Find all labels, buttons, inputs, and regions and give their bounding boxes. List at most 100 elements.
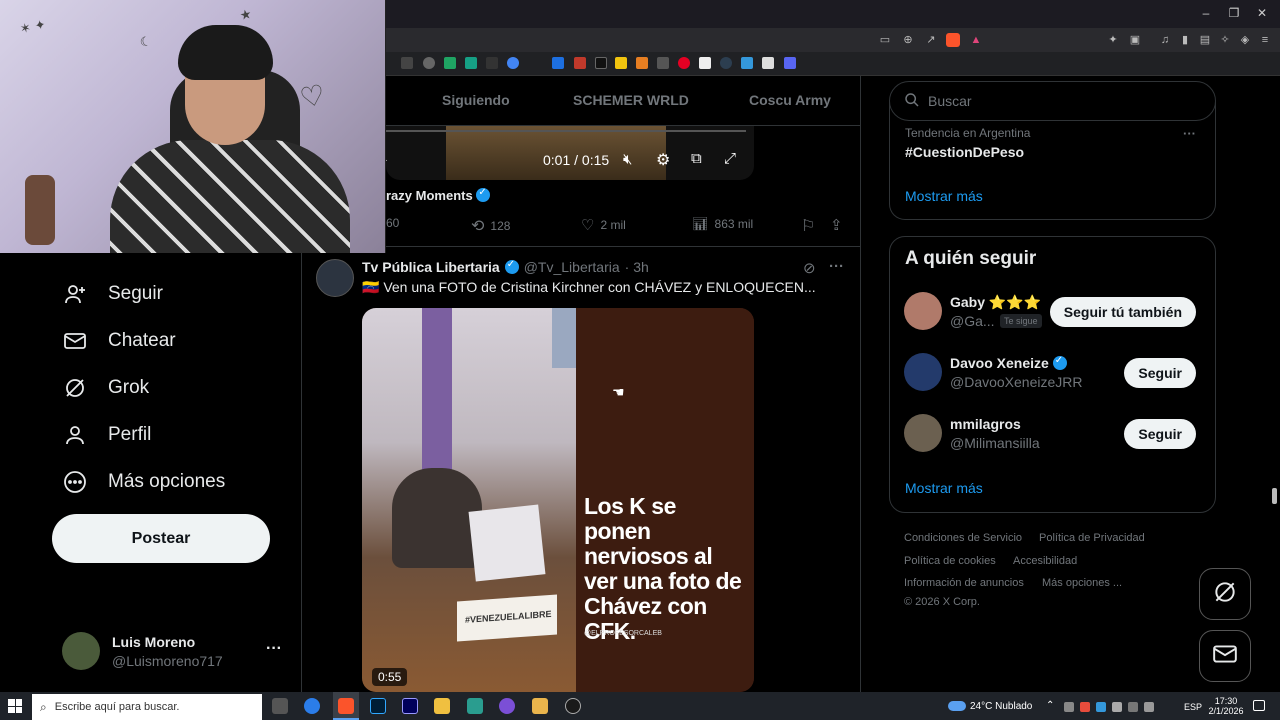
follow-button[interactable]: Seguir [1124, 358, 1196, 388]
tab-schemer-wrld[interactable]: SCHEMER WRLD [573, 92, 689, 108]
tray-icon[interactable] [1080, 702, 1090, 712]
bookmark-icon[interactable] [444, 57, 456, 69]
show-more-follow[interactable]: Mostrar más [905, 480, 983, 496]
network-icon[interactable] [1128, 702, 1138, 712]
app-icon[interactable] [499, 698, 515, 714]
follow-back-button[interactable]: Seguir tú también [1049, 297, 1196, 327]
tray-icon[interactable] [1064, 702, 1074, 712]
more-icon[interactable]: ··· [829, 258, 844, 275]
zoom-icon[interactable]: ⊕ [901, 33, 915, 47]
bookmark-icon[interactable] [636, 57, 648, 69]
repost-action[interactable]: ⟲ 128 [471, 216, 510, 236]
copilot-icon[interactable] [304, 698, 320, 714]
reader-icon[interactable]: ▭ [878, 33, 892, 47]
extensions-icon[interactable]: ✦ [1106, 33, 1120, 47]
nav-item-chatear[interactable]: Chatear [62, 324, 176, 358]
brave-shield-icon[interactable] [946, 33, 960, 47]
close-window-button[interactable]: ✕ [1252, 6, 1272, 22]
tweet-video[interactable]: #VENEZUELALIBRE Los K se ponen nerviosos… [362, 308, 754, 692]
footer-link[interactable]: Condiciones de Servicio [904, 532, 1022, 544]
bookmark-icon[interactable] [552, 57, 564, 69]
taskbar-search[interactable]: ⌕ Escribe aquí para buscar. [32, 694, 262, 720]
tiktok-icon[interactable] [595, 57, 607, 69]
avatar[interactable] [316, 259, 354, 297]
bookmark-icon[interactable] [401, 57, 413, 69]
tweet-handle[interactable]: @Tv_Libertaria [524, 259, 620, 275]
nav-item-perfil[interactable]: Perfil [62, 418, 151, 452]
bookmark-icon[interactable] [574, 57, 586, 69]
footer-link[interactable]: Política de Privacidad [1039, 532, 1145, 544]
video-progress[interactable] [386, 130, 746, 132]
discord-icon[interactable] [784, 57, 796, 69]
bookmark-icon[interactable] [486, 57, 498, 69]
music-icon[interactable]: ♫ [1158, 33, 1172, 47]
video-source[interactable]: razy Moments [386, 187, 491, 203]
follow-button[interactable]: Seguir [1124, 419, 1196, 449]
sidebar-icon[interactable]: ▮ [1178, 33, 1192, 47]
views-action[interactable]: 📊︎ 863 mil [692, 216, 753, 232]
grok-icon[interactable]: ⊘ [803, 259, 816, 277]
volume-icon[interactable] [1144, 702, 1154, 712]
tray-icon[interactable] [1096, 702, 1106, 712]
google-icon[interactable] [507, 57, 519, 69]
restore-button[interactable]: ❐ [1224, 6, 1244, 22]
tab-icon[interactable]: ▣ [1128, 33, 1142, 47]
follow-suggestion[interactable]: Gaby ⭐⭐⭐ @Ga... Te sigue Seguir tú tambi… [904, 292, 1204, 336]
nav-item-mas-opciones[interactable]: Más opciones [62, 465, 225, 499]
store-icon[interactable] [467, 698, 483, 714]
bookmark-icon[interactable] [465, 57, 477, 69]
fullscreen-icon[interactable]: ⤢ [724, 150, 736, 167]
weather-text[interactable]: 24°C Nublado [970, 701, 1032, 712]
bookmark-icon[interactable] [615, 57, 627, 69]
messages-fab[interactable] [1199, 630, 1251, 682]
brave-rewards-icon[interactable]: ▲ [969, 33, 983, 47]
account-switcher[interactable]: Luis Moreno @Luismoreno717 ··· [62, 630, 292, 674]
tray-icon[interactable] [1112, 702, 1122, 712]
footer-link[interactable]: Más opciones ... [1042, 577, 1122, 589]
bookmark-icon[interactable] [720, 57, 732, 69]
vpn-icon[interactable]: ◈ [1238, 33, 1252, 47]
footer-link[interactable]: Accesibilidad [1013, 555, 1077, 567]
footer-link[interactable]: Política de cookies [904, 555, 996, 567]
task-view-icon[interactable] [272, 698, 288, 714]
settings-icon[interactable]: ⚙ [656, 150, 670, 170]
nav-item-seguir[interactable]: Seguir [62, 277, 163, 311]
like-action[interactable]: ♡ 2 mil [581, 216, 626, 234]
footer-link[interactable]: Información de anuncios [904, 577, 1024, 589]
file-explorer-icon[interactable] [434, 698, 450, 714]
tab-siguiendo[interactable]: Siguiendo [442, 92, 510, 108]
nav-item-grok[interactable]: Grok [62, 371, 149, 405]
notifications-icon[interactable] [1253, 700, 1265, 711]
wallet-icon[interactable]: ▤ [1198, 33, 1212, 47]
bookmark-icon[interactable]: ⚐ [801, 216, 815, 236]
follow-suggestion[interactable]: mmilagros @Milimansiilla Seguir [904, 414, 1204, 458]
taskbar-search-input[interactable]: Escribe aquí para buscar. [55, 701, 180, 713]
bookmark-icon[interactable] [699, 57, 711, 69]
follow-suggestion[interactable]: Davoo Xeneize @DavooXeneizeJRR Seguir [904, 353, 1204, 397]
menu-icon[interactable]: ≡ [1258, 33, 1272, 47]
trend-tag[interactable]: #CuestionDePeso [905, 144, 1024, 160]
pip-icon[interactable]: ⧉ [691, 150, 702, 167]
obs-icon[interactable] [565, 698, 581, 714]
language-indicator[interactable]: ESP [1184, 702, 1202, 712]
tab-coscu-army[interactable]: Coscu Army [749, 92, 831, 108]
bookmark-icon[interactable] [741, 57, 753, 69]
post-button[interactable]: Postear [52, 514, 270, 563]
show-more-trends[interactable]: Mostrar más [905, 188, 983, 204]
tweet-time[interactable]: · 3h [625, 259, 649, 275]
reply-action[interactable]: 60 [386, 216, 399, 230]
tray-chevron-icon[interactable]: ⌃ [1046, 700, 1054, 711]
premiere-icon[interactable] [402, 698, 418, 714]
leo-icon[interactable]: ✧ [1218, 33, 1232, 47]
clock[interactable]: 17:30 2/1/2026 [1208, 696, 1244, 716]
scrollbar[interactable] [1272, 488, 1277, 504]
more-icon[interactable]: ··· [1183, 126, 1196, 141]
grok-fab[interactable] [1199, 568, 1251, 620]
share-icon[interactable]: ⇪ [830, 216, 843, 234]
brave-icon[interactable] [338, 698, 354, 714]
app-icon[interactable] [532, 698, 548, 714]
pinterest-icon[interactable] [678, 57, 690, 69]
share-icon[interactable]: ↗ [924, 33, 938, 47]
more-icon[interactable]: ··· [266, 640, 282, 658]
bookmark-icon[interactable] [423, 57, 435, 69]
